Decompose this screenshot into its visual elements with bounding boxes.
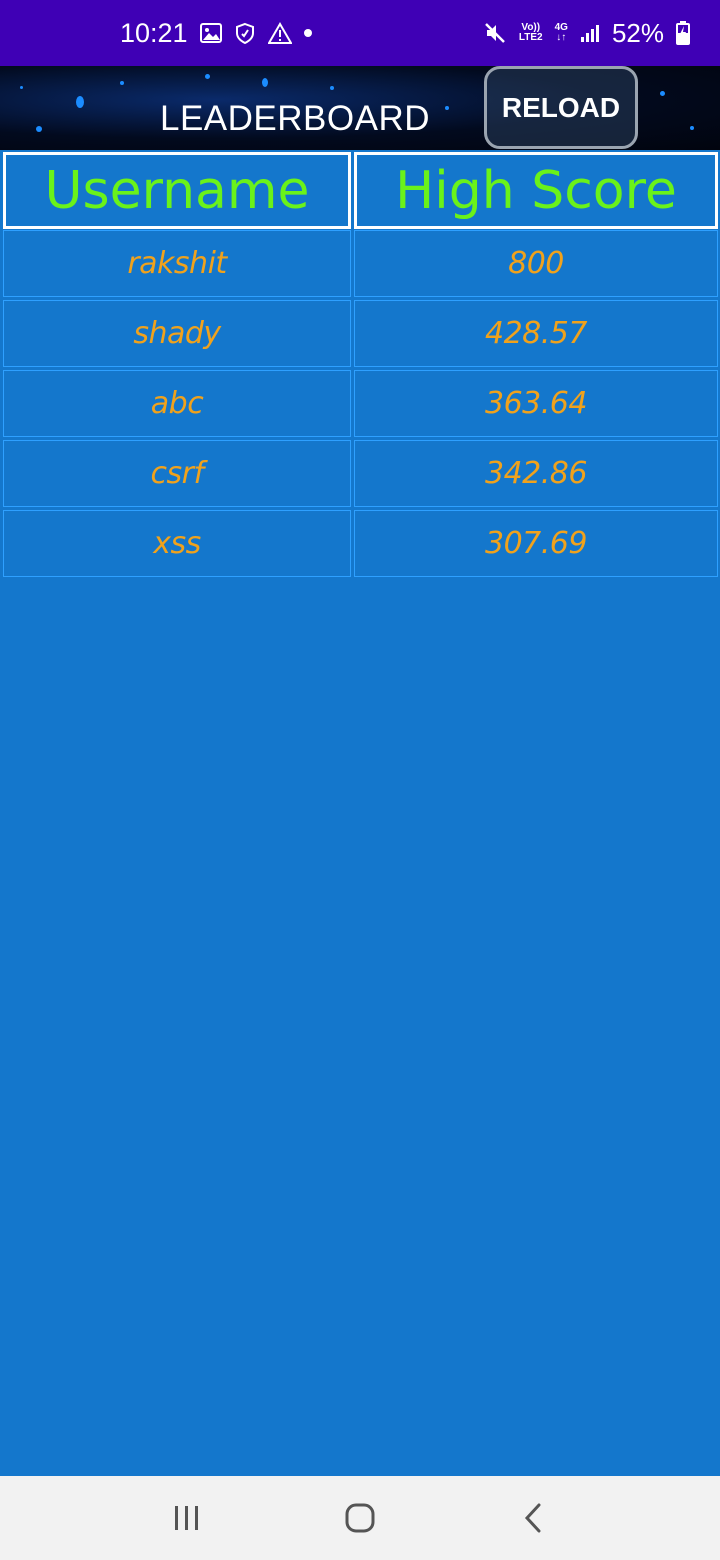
star-decoration bbox=[36, 126, 42, 132]
star-decoration bbox=[330, 86, 334, 90]
recent-apps-button[interactable] bbox=[157, 1488, 217, 1548]
reload-button[interactable]: RELOAD bbox=[484, 66, 638, 149]
star-decoration bbox=[262, 78, 268, 87]
leaderboard-table: Username High Score rakshit 800 shady 42… bbox=[0, 150, 720, 580]
status-time: 10:21 bbox=[120, 17, 188, 48]
warning-icon bbox=[267, 22, 292, 44]
volte-bottom: LTE2 bbox=[518, 32, 543, 43]
username-cell: shady bbox=[3, 300, 351, 367]
score-cell: 800 bbox=[354, 230, 718, 297]
network-arrows: ↓↑ bbox=[556, 32, 567, 43]
star-decoration bbox=[660, 91, 665, 96]
username-cell: xss bbox=[3, 510, 351, 577]
table-row: csrf 342.86 bbox=[0, 440, 720, 510]
score-cell: 363.64 bbox=[354, 370, 718, 437]
home-button[interactable] bbox=[330, 1488, 390, 1548]
star-decoration bbox=[20, 86, 23, 89]
status-bar: 10:21 Vo)) LTE2 4G ↓↑ 52% bbox=[0, 0, 720, 66]
table-row: abc 363.64 bbox=[0, 370, 720, 440]
page-title: LEADERBOARD bbox=[160, 99, 431, 138]
recent-apps-icon bbox=[174, 1506, 198, 1530]
high-score-column-header: High Score bbox=[354, 152, 718, 229]
battery-percent: 52% bbox=[611, 17, 664, 48]
battery-charging-icon bbox=[676, 21, 690, 45]
username-column-header: Username bbox=[3, 152, 351, 229]
username-cell: abc bbox=[3, 370, 351, 437]
status-left: 10:21 bbox=[120, 18, 312, 49]
signal-icon bbox=[580, 25, 599, 42]
mute-icon bbox=[485, 23, 505, 43]
table-header-row: Username High Score bbox=[0, 150, 720, 230]
gallery-icon bbox=[199, 23, 222, 43]
username-cell: rakshit bbox=[3, 230, 351, 297]
back-icon bbox=[525, 1503, 541, 1533]
notification-dot-icon bbox=[303, 29, 312, 37]
back-button[interactable] bbox=[503, 1488, 563, 1548]
star-decoration bbox=[690, 126, 694, 130]
star-decoration bbox=[76, 96, 84, 108]
star-decoration bbox=[445, 106, 449, 110]
network-indicator: 4G ↓↑ bbox=[555, 23, 568, 43]
hand-shield-icon bbox=[235, 22, 254, 44]
score-cell: 342.86 bbox=[354, 440, 718, 507]
table-row: rakshit 800 bbox=[0, 230, 720, 300]
score-cell: 428.57 bbox=[354, 300, 718, 367]
star-decoration bbox=[120, 81, 124, 85]
table-row: shady 428.57 bbox=[0, 300, 720, 370]
username-cell: csrf bbox=[3, 440, 351, 507]
table-row: xss 307.69 bbox=[0, 510, 720, 580]
leaderboard-header: LEADERBOARD RELOAD bbox=[0, 66, 720, 150]
score-cell: 307.69 bbox=[354, 510, 718, 577]
star-decoration bbox=[205, 74, 210, 79]
volte-indicator: Vo)) LTE2 bbox=[519, 23, 543, 43]
navigation-bar bbox=[0, 1476, 720, 1560]
status-right: Vo)) LTE2 4G ↓↑ 52% bbox=[483, 18, 690, 49]
home-icon bbox=[345, 1503, 375, 1533]
